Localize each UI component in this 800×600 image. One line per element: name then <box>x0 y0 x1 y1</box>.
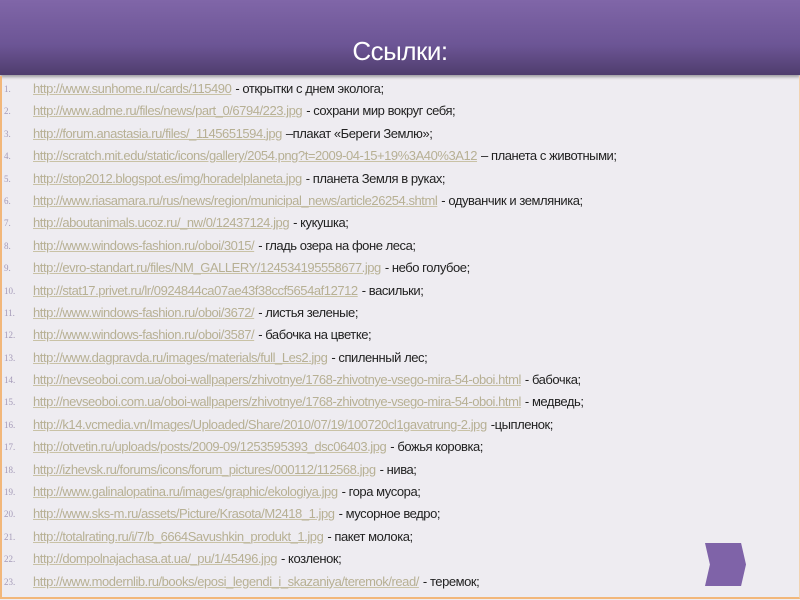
item-description: -цыпленок; <box>490 416 554 432</box>
list-item: 16. http://k14.vcmedia.vn/Images/Uploaded… <box>0 414 790 436</box>
item-description: – планета с животными; <box>481 148 617 164</box>
source-link[interactable]: http://dompolnajachasa.at.ua/_pu/1/45496… <box>33 551 277 566</box>
source-link[interactable]: http://www.adme.ru/files/news/part_0/679… <box>33 103 303 118</box>
list-item: 17. http://otvetin.ru/uploads/posts/2009-… <box>0 436 790 458</box>
item-description: - гора мусора; <box>341 484 421 500</box>
item-number: 18. <box>4 464 16 475</box>
source-link[interactable]: http://evro-standart.ru/files/NM_GALLERY… <box>33 260 381 275</box>
item-number: 20. <box>4 509 16 520</box>
item-number: 14. <box>4 375 16 386</box>
list-item: 14. http://nevseoboi.com.ua/oboi-wallpape… <box>0 369 790 391</box>
list-item: 8. http://www.windows-fashion.ru/oboi/301… <box>0 235 790 257</box>
slide-header: Ссылки: <box>0 0 800 75</box>
source-link[interactable]: http://www.sunhome.ru/cards/115490 <box>33 81 232 96</box>
item-number: 9. <box>4 263 11 274</box>
list-item: 4. http://scratch.mit.edu/static/icons/ga… <box>0 145 790 167</box>
list-item: 18. http://izhevsk.ru/forums/icons/forum_… <box>0 459 790 481</box>
item-description: - медведь; <box>524 394 584 410</box>
list-item: 5. http://stop2012.blogspot.es/img/horade… <box>0 168 790 190</box>
next-slide-button[interactable] <box>705 543 746 586</box>
source-link[interactable]: http://scratch.mit.edu/static/icons/gall… <box>33 148 477 163</box>
source-link[interactable]: http://nevseoboi.com.ua/oboi-wallpapers/… <box>33 394 521 409</box>
list-item: 9. http://evro-standart.ru/files/NM_GALLE… <box>0 257 790 279</box>
source-link[interactable]: http://nevseoboi.com.ua/oboi-wallpapers/… <box>33 372 521 387</box>
item-description: - небо голубое; <box>384 260 470 276</box>
list-item: 11. http://www.windows-fashion.ru/oboi/36… <box>0 302 790 324</box>
item-description: - теремок; <box>422 573 480 589</box>
source-link[interactable]: http://k14.vcmedia.vn/Images/Uploaded/Sh… <box>33 417 487 432</box>
item-number: 6. <box>4 195 11 206</box>
page-title: Ссылки: <box>352 36 448 66</box>
list-item: 3. http://forum.anastasia.ru/files/_11456… <box>0 123 790 145</box>
item-number: 13. <box>4 352 16 363</box>
source-link[interactable]: http://www.windows-fashion.ru/oboi/3672/ <box>33 305 255 320</box>
item-description: - листья зеленые; <box>258 304 358 320</box>
list-item: 7. http://aboutanimals.ucoz.ru/_nw/0/1243… <box>0 212 790 234</box>
list-item: 12. http://www.windows-fashion.ru/oboi/35… <box>0 324 790 346</box>
item-number: 3. <box>4 128 11 139</box>
source-link[interactable]: http://www.windows-fashion.ru/oboi/3015/ <box>33 238 255 253</box>
item-description: - открытки с днем эколога; <box>235 81 384 96</box>
item-number: 7. <box>4 218 11 229</box>
item-description: - божья коровка; <box>390 439 483 455</box>
item-number: 4. <box>4 151 11 162</box>
item-number: 19. <box>4 487 16 498</box>
list-item: 21. http://totalrating.ru/i/7/b_6664Savus… <box>0 526 790 548</box>
links-list: 1. http://www.sunhome.ru/cards/115490- от… <box>0 78 790 593</box>
item-number: 21. <box>4 531 16 542</box>
item-description: - спиленный лес; <box>331 349 428 365</box>
item-number: 16. <box>4 419 16 430</box>
item-description: - одуванчик и земляника; <box>441 192 583 208</box>
item-description: - бабочка; <box>524 372 581 388</box>
source-link[interactable]: http://aboutanimals.ucoz.ru/_nw/0/124371… <box>33 215 290 230</box>
list-item: 20. http://www.sks-m.ru/assets/Picture/Kr… <box>0 503 790 525</box>
list-item: 10. http://stat17.privet.ru/lr/0924844ca0… <box>0 280 790 302</box>
item-description: - гладь озера на фоне леса; <box>258 237 416 253</box>
source-link[interactable]: http://www.dagpravda.ru/images/materials… <box>33 350 328 365</box>
source-link[interactable]: http://stop2012.blogspot.es/img/horadelp… <box>33 171 302 186</box>
item-number: 10. <box>4 285 16 296</box>
item-description: - планета Земля в руках; <box>305 170 446 186</box>
source-link[interactable]: http://www.galinalopatina.ru/images/grap… <box>33 484 338 499</box>
list-item: 13. http://www.dagpravda.ru/images/materi… <box>0 347 790 369</box>
source-link[interactable]: http://izhevsk.ru/forums/icons/forum_pic… <box>33 462 376 477</box>
list-item: 19. http://www.galinalopatina.ru/images/g… <box>0 481 790 503</box>
item-number: 17. <box>4 442 16 453</box>
item-description: - мусорное ведро; <box>338 506 441 522</box>
item-description: - козленок; <box>281 551 342 567</box>
item-number: 1. <box>4 84 11 94</box>
item-description: - пакет молока; <box>327 528 413 544</box>
list-item: 2. http://www.adme.ru/files/news/part_0/6… <box>0 100 790 122</box>
list-item: 1. http://www.sunhome.ru/cards/115490- от… <box>0 78 790 100</box>
item-number: 23. <box>4 576 16 587</box>
item-description: - васильки; <box>361 282 424 298</box>
item-number: 5. <box>4 173 11 184</box>
item-number: 15. <box>4 397 16 408</box>
source-link[interactable]: http://www.modernlib.ru/books/eposi_lege… <box>33 574 419 589</box>
source-link[interactable]: http://www.riasamara.ru/rus/news/region/… <box>33 193 438 208</box>
item-description: - бабочка на цветке; <box>258 327 372 343</box>
item-number: 8. <box>4 240 11 251</box>
list-item: 6. http://www.riasamara.ru/rus/news/regio… <box>0 190 790 212</box>
item-number: 2. <box>4 106 11 117</box>
item-number: 22. <box>4 554 16 565</box>
list-item: 15. http://nevseoboi.com.ua/oboi-wallpape… <box>0 391 790 413</box>
source-link[interactable]: http://www.windows-fashion.ru/oboi/3587/ <box>33 327 255 342</box>
source-link[interactable]: http://forum.anastasia.ru/files/_1145651… <box>33 126 282 141</box>
item-description: –плакат «Береги Землю»; <box>285 125 433 141</box>
item-number: 12. <box>4 330 16 341</box>
source-link[interactable]: http://stat17.privet.ru/lr/0924844ca07ae… <box>33 283 358 298</box>
source-link[interactable]: http://totalrating.ru/i/7/b_6664Savushki… <box>33 529 324 544</box>
list-item: 23. http://www.modernlib.ru/books/eposi_l… <box>0 571 790 593</box>
source-link[interactable]: http://www.sks-m.ru/assets/Picture/Kraso… <box>33 506 335 521</box>
item-description: - кукушка; <box>293 215 349 231</box>
item-number: 11. <box>4 307 15 318</box>
item-description: - нива; <box>379 461 417 477</box>
list-item: 22. http://dompolnajachasa.at.ua/_pu/1/45… <box>0 548 790 570</box>
item-description: - сохрани мир вокруг себя; <box>306 103 456 119</box>
source-link[interactable]: http://otvetin.ru/uploads/posts/2009-09/… <box>33 439 387 454</box>
